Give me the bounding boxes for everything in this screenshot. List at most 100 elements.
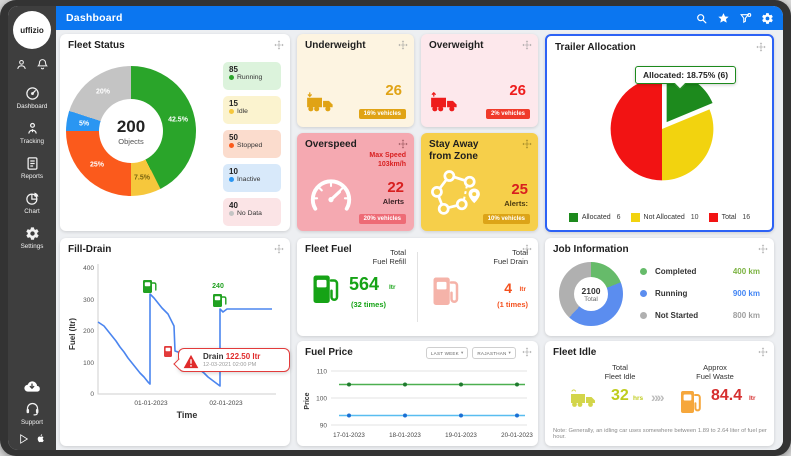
speedometer-icon bbox=[305, 177, 357, 217]
job-center-value: 2100 bbox=[582, 286, 601, 296]
legend-label: Allocated bbox=[582, 214, 611, 221]
sidebar-item-settings[interactable]: Settings bbox=[8, 226, 56, 250]
filter-icon[interactable] bbox=[739, 12, 752, 25]
truck-icon bbox=[305, 92, 339, 114]
fill-drain-chart[interactable]: 400 300 200 100 0 01-01-2023 02-01-2023 … bbox=[66, 256, 284, 428]
overspeed-value: 22 bbox=[387, 179, 404, 196]
warning-icon bbox=[183, 354, 199, 369]
cloud-download-icon[interactable] bbox=[22, 378, 42, 394]
playstore-icon[interactable] bbox=[19, 434, 29, 444]
move-icon[interactable] bbox=[522, 347, 532, 357]
reports-icon bbox=[25, 156, 40, 171]
fill-drain-card: Fill-Drain 400 300 200 100 0 01-01-2023 … bbox=[60, 238, 290, 446]
idle-unit: hrs bbox=[633, 395, 643, 402]
move-icon[interactable] bbox=[398, 139, 408, 149]
fuel-price-chart[interactable]: 110 100 90 Price 17-01-2023 18-01-2023 1… bbox=[301, 363, 534, 443]
overweight-badge: 2% vehicles bbox=[486, 109, 530, 119]
svg-text:0: 0 bbox=[90, 391, 94, 398]
card-title: Fleet Status bbox=[68, 40, 125, 52]
svg-text:100: 100 bbox=[83, 360, 94, 367]
waste-value: 84.4 bbox=[711, 387, 742, 405]
logo-text: uffizio bbox=[20, 26, 44, 35]
legend-label: Running bbox=[237, 74, 262, 81]
move-icon[interactable] bbox=[758, 244, 768, 254]
move-icon[interactable] bbox=[398, 40, 408, 50]
search-icon[interactable] bbox=[695, 12, 708, 25]
legend-label: Stopped bbox=[237, 142, 262, 149]
tracking-icon bbox=[25, 121, 40, 136]
move-icon[interactable] bbox=[274, 244, 284, 254]
uffizio-logo[interactable]: uffizio bbox=[13, 11, 51, 49]
refill-unit: ltr bbox=[389, 284, 396, 291]
legend-count: 10 bbox=[229, 167, 275, 176]
gear-icon[interactable] bbox=[761, 12, 774, 25]
idle-label: Total Fleet Idle bbox=[585, 363, 655, 382]
move-icon[interactable] bbox=[274, 40, 284, 50]
job-center-label: Total bbox=[584, 296, 598, 303]
sidebar-item-dashboard[interactable]: Dashboard bbox=[8, 86, 56, 110]
legend-not-allocated: Not Allocated10 bbox=[631, 213, 699, 222]
idle-note: Note: Generally, an idling car uses some… bbox=[553, 428, 774, 440]
card-title: Fuel Price bbox=[305, 347, 353, 359]
apple-icon[interactable] bbox=[36, 433, 46, 444]
stay-away-zone-card: Stay Away from Zone 25 Alerts: 10% vehic… bbox=[421, 133, 538, 231]
period-filter-dropdown[interactable]: LAST WEEK▾ bbox=[426, 347, 468, 359]
support-headset-icon[interactable] bbox=[25, 401, 40, 416]
card-title: Overspeed bbox=[305, 139, 357, 151]
move-icon[interactable] bbox=[756, 42, 766, 52]
svg-text:18-01-2023: 18-01-2023 bbox=[389, 432, 421, 439]
legend-inactive: 10 Inactive bbox=[223, 164, 281, 192]
favorites-star-icon[interactable] bbox=[717, 12, 730, 25]
fuel-pump-drain-icon bbox=[431, 272, 461, 308]
underweight-badge: 16% vehicles bbox=[359, 109, 406, 119]
legend-nodata: 40 No Data bbox=[223, 198, 281, 226]
dashboard-icon bbox=[25, 86, 40, 101]
legend-count: 50 bbox=[229, 133, 275, 142]
card-title: Fleet Idle bbox=[553, 347, 596, 359]
legend-label: Completed bbox=[655, 267, 696, 276]
pie-tooltip: Allocated: 18.75% (6) bbox=[635, 66, 736, 84]
refill-label: Total Fuel Refill bbox=[373, 248, 406, 267]
legend-value: 16 bbox=[742, 214, 750, 221]
drain-label: Total Fuel Drain bbox=[493, 248, 528, 267]
legend-running: 85 Running bbox=[223, 62, 281, 90]
bell-icon[interactable] bbox=[36, 58, 49, 71]
refill-value: 564 bbox=[349, 274, 379, 295]
segment-pct: 42.5% bbox=[168, 117, 188, 124]
user-icon[interactable] bbox=[15, 58, 28, 71]
sidebar-item-chart[interactable]: Chart bbox=[8, 191, 56, 215]
legend-allocated: Allocated6 bbox=[569, 213, 621, 222]
pie-tooltip-text: Allocated: 18.75% (6) bbox=[643, 70, 728, 80]
svg-text:400: 400 bbox=[83, 265, 94, 272]
segment-pct: 20% bbox=[96, 89, 110, 96]
stay-away-value: 25 bbox=[511, 181, 528, 198]
svg-text:300: 300 bbox=[83, 297, 94, 304]
move-icon[interactable] bbox=[522, 40, 532, 50]
drain-value: 4 bbox=[504, 280, 512, 296]
overspeed-label: Alerts bbox=[383, 197, 404, 206]
card-title: Fill-Drain bbox=[68, 244, 111, 256]
card-title: Fleet Fuel bbox=[305, 244, 352, 256]
move-icon[interactable] bbox=[522, 139, 532, 149]
fleet-status-card: Fleet Status 200 Objects 42.5% 7.5% 25% … bbox=[60, 34, 290, 231]
stay-away-badge: 10% vehicles bbox=[483, 214, 530, 224]
legend-count: 85 bbox=[229, 65, 275, 74]
drain-tooltip-value: 122.50 ltr bbox=[226, 352, 261, 361]
sidebar-item-label: Tracking bbox=[20, 138, 44, 145]
page-title: Dashboard bbox=[66, 12, 123, 24]
sidebar-item-tracking[interactable]: Tracking bbox=[8, 121, 56, 145]
svg-text:90: 90 bbox=[320, 423, 328, 430]
zone-icon bbox=[429, 169, 481, 217]
move-icon[interactable] bbox=[758, 347, 768, 357]
drain-tooltip: Drain 122.50 ltr 12-03-2021 02:00 PM bbox=[178, 348, 290, 372]
legend-count: 15 bbox=[229, 99, 275, 108]
svg-text:20-01-2023: 20-01-2023 bbox=[501, 432, 533, 439]
trailer-pie-chart[interactable] bbox=[600, 67, 724, 191]
trailer-allocation-card[interactable]: Trailer Allocation Allocated: 18.75% (6)… bbox=[545, 34, 774, 232]
sidebar-item-reports[interactable]: Reports bbox=[8, 156, 56, 180]
legend-label: No Data bbox=[237, 210, 262, 217]
fleet-idle-card: Fleet Idle Total Fleet Idle Approx Fuel … bbox=[545, 341, 774, 446]
region-filter-dropdown[interactable]: RAJASTHAN▾ bbox=[472, 347, 516, 359]
sidebar: uffizio Dashboard Tracking Reports Chart bbox=[8, 6, 56, 450]
segment-pct: 25% bbox=[90, 162, 104, 169]
